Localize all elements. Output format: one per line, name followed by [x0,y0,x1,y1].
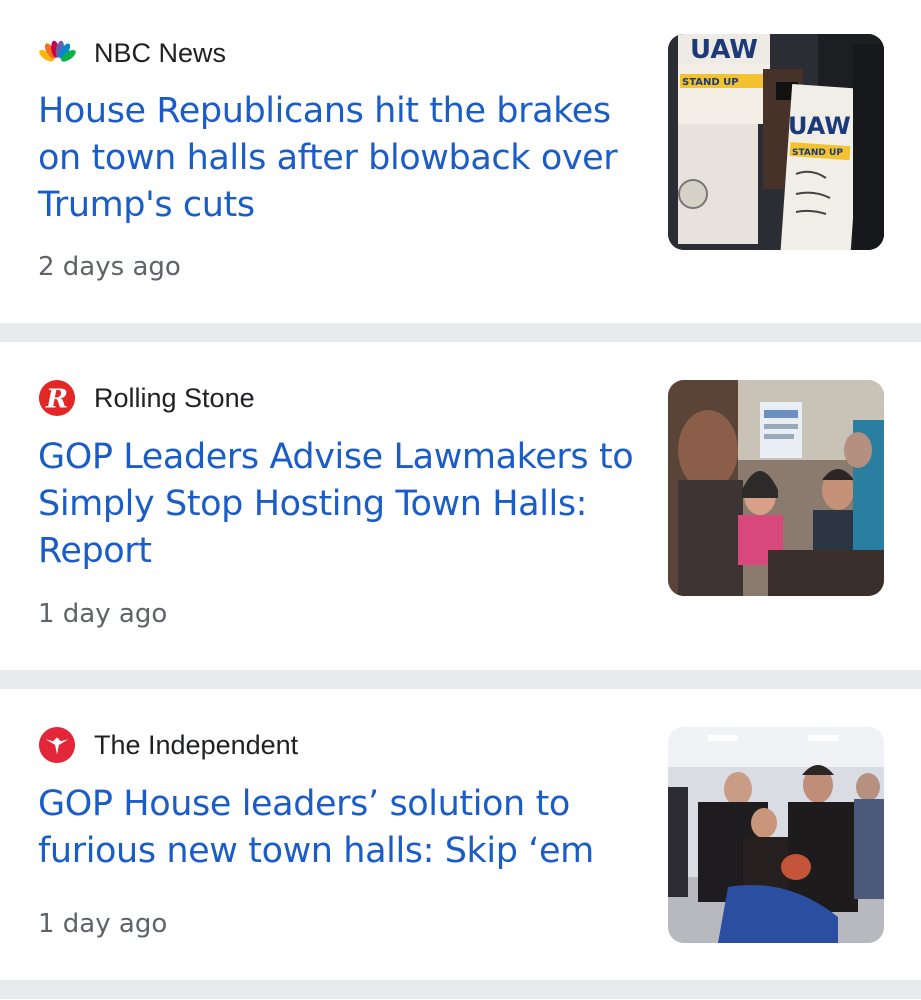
town-hall-crowd-image [668,380,884,596]
card-separator [0,670,921,689]
sign-text: UAW [690,35,758,65]
protest-signs-image: UAW STAND UP UAW STAND UP [668,34,884,250]
card-separator [0,323,921,342]
article-headline[interactable]: GOP House leaders’ solution to furious n… [38,781,638,875]
town-hall-scuffle-image [668,727,884,943]
article-time: 2 days ago [38,252,181,282]
article-source: NBC News [38,34,226,72]
source-name: NBC News [94,37,227,68]
article-card[interactable]: The Independent GOP House leaders’ solut… [0,689,921,980]
card-separator [0,980,921,999]
article-thumbnail[interactable] [668,380,884,596]
article-source: R Rolling Stone [38,379,255,417]
article-time: 1 day ago [38,909,168,939]
article-thumbnail[interactable] [668,727,884,943]
nbc-peacock-icon [39,40,76,62]
svg-text:R: R [45,384,68,415]
sign-text: UAW [788,112,851,140]
independent-eagle-icon [38,726,76,764]
article-headline[interactable]: GOP Leaders Advise Lawmakers to Simply S… [38,434,638,575]
article-card[interactable]: NBC News House Republicans hit the brake… [0,0,921,323]
source-name: The Independent [94,729,299,760]
article-card[interactable]: R Rolling Stone GOP Leaders Advise Lawma… [0,342,921,670]
news-feed: NBC News House Republicans hit the brake… [0,0,921,999]
sign-text: STAND UP [792,148,843,158]
article-source: The Independent [38,726,298,764]
article-headline[interactable]: House Republicans hit the brakes on town… [38,88,638,229]
rolling-stone-r-icon: R [38,379,76,417]
article-time: 1 day ago [38,599,168,629]
article-thumbnail[interactable]: UAW STAND UP UAW STAND UP [668,34,884,250]
sign-text: STAND UP [682,77,739,88]
source-name: Rolling Stone [94,382,255,413]
